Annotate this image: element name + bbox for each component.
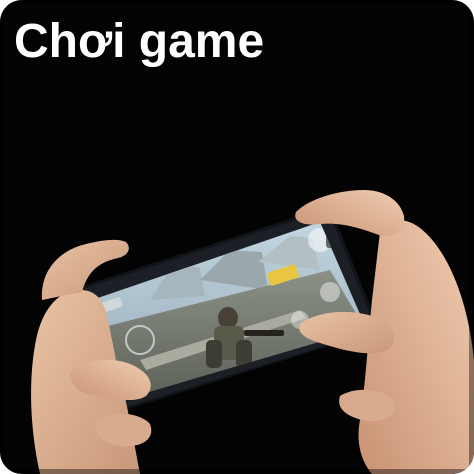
tile-title: Chơi game: [14, 15, 265, 68]
game-category-tile[interactable]: Chơi game: [0, 0, 474, 474]
